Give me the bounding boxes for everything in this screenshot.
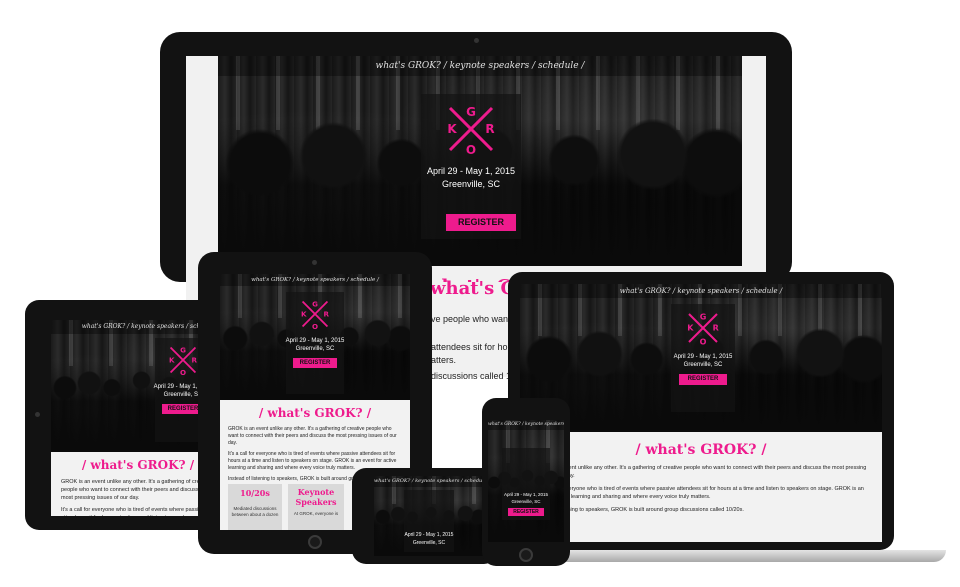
laptop-nav[interactable]: what's GROK? / keynote speakers / schedu…	[520, 284, 882, 298]
laptop-register-button[interactable]: REGISTER	[679, 374, 727, 385]
svg-text:G: G	[180, 345, 186, 354]
phone-portrait-nav[interactable]: what's GROK? / keynote speakers / schedu…	[488, 420, 564, 430]
laptop-hero-panel: G R O K April 29 - May 1, 2015 Greenvill…	[671, 304, 735, 412]
phone-home-button[interactable]	[519, 548, 533, 562]
desktop-screen: what's GROK? / keynote speakers / schedu…	[186, 56, 766, 282]
svg-text:K: K	[687, 324, 694, 333]
svg-text:K: K	[301, 309, 307, 318]
phone-landscape: what's GROK? / keynote speakers / schedu…	[352, 468, 498, 564]
camera-icon	[474, 38, 479, 43]
svg-text:R: R	[324, 309, 330, 318]
svg-text:G: G	[700, 312, 707, 321]
desktop-p2-fragment-b: atters.	[431, 355, 457, 365]
tablet-landscape-heading: / what's GROK? /	[81, 458, 195, 472]
svg-text:K: K	[169, 355, 175, 364]
tablet-portrait-camera-icon	[312, 260, 317, 265]
card-keynote-body: At GROK, everyone is	[293, 511, 339, 516]
phone-landscape-hero: what's GROK? / keynote speakers / schedu…	[374, 476, 484, 556]
laptop-p1: GROK is an event unlike any other. It's …	[532, 465, 867, 479]
desktop-monitor: what's GROK? / keynote speakers / schedu…	[160, 32, 792, 282]
phone-landscape-nav[interactable]: what's GROK? / keynote speakers / schedu…	[374, 476, 484, 487]
logo-letter-r: R	[485, 122, 494, 136]
tablet-portrait-nav[interactable]: what's GROK? / keynote speakers / schedu…	[220, 274, 410, 286]
phone-portrait-register[interactable]: REGISTER	[508, 508, 544, 516]
phone-portrait: what's GROK? / keynote speakers / schedu…	[482, 398, 570, 566]
logo-letter-g: G	[466, 105, 476, 119]
laptop-date: April 29 - May 1, 2015	[673, 354, 733, 360]
phone-landscape-city: Greenville, SC	[412, 540, 446, 546]
phone-landscape-date: April 29 - May 1, 2015	[404, 532, 454, 538]
card-keynote-title: Keynote Speakers	[295, 487, 337, 507]
svg-text:O: O	[700, 338, 707, 346]
tablet-portrait-hero: what's GROK? / keynote speakers / schedu…	[220, 274, 410, 400]
grok-logo-icon: G R O K	[447, 105, 494, 156]
laptop-hero: what's GROK? / keynote speakers / schedu…	[520, 284, 882, 432]
tablet-portrait-date: April 29 - May 1, 2015	[285, 338, 345, 344]
phone-landscape-screen: what's GROK? / keynote speakers / schedu…	[374, 476, 484, 556]
card-10-20s-title: 10/20s	[240, 488, 270, 498]
home-button[interactable]	[308, 535, 322, 549]
grok-logo: G R O K	[444, 102, 498, 156]
grok-logo-icon: G R O K	[169, 345, 198, 376]
svg-text:R: R	[192, 355, 198, 364]
event-date: April 29 - May 1, 2015	[426, 166, 516, 176]
laptop-screen: what's GROK? / keynote speakers / schedu…	[520, 284, 882, 542]
laptop-heading: / what's GROK? /	[635, 442, 767, 458]
event-city: Greenville, SC	[441, 179, 501, 189]
svg-text:O: O	[180, 368, 186, 376]
tablet-portrait-heading: / what's GROK? /	[258, 406, 372, 420]
phone-portrait-date: April 29 - May 1, 2015	[503, 492, 549, 497]
logo-letter-o: O	[466, 143, 476, 156]
tablet-landscape-city: Greenville, SC	[163, 392, 203, 398]
svg-text:O: O	[312, 322, 318, 330]
tablet-landscape: what's GROK? / keynote speakers / schedu…	[25, 300, 225, 530]
phone-landscape-panel: April 29 - May 1, 2015 Greenville, SC	[404, 490, 454, 552]
laptop-content: / what's GROK? / GROK is an event unlike…	[520, 432, 882, 542]
tablet-portrait-panel: G R O K April 29 - May 1, 2015 Greenvill…	[286, 292, 344, 394]
laptop-p2: It's a call for everyone who is tired of…	[532, 486, 864, 500]
card-10-20s-body: Mediated discussions between about a doz…	[231, 506, 279, 517]
laptop: what's GROK? / keynote speakers / schedu…	[500, 272, 946, 564]
register-button[interactable]: REGISTER	[446, 214, 516, 231]
grok-logo-icon: G R O K	[301, 299, 330, 330]
card-10-20s[interactable]: 10/20s Mediated discussions between abou…	[228, 484, 282, 530]
nav-bar[interactable]: what's GROK? / keynote speakers / schedu…	[218, 56, 742, 76]
tablet-portrait-register[interactable]: REGISTER	[293, 358, 337, 368]
tablet-landscape-p2: It's a call for everyone who is tired of…	[61, 507, 205, 516]
tablet-portrait-p1: GROK is an event unlike any other. It's …	[228, 426, 397, 446]
laptop-city: Greenville, SC	[683, 362, 723, 368]
laptop-p3: Instead of listening to speakers, GROK i…	[532, 507, 744, 513]
grok-logo-icon: G R O K	[687, 312, 719, 346]
phone-portrait-panel: April 29 - May 1, 2015 Greenville, SC RE…	[502, 448, 550, 520]
card-keynote-speakers[interactable]: Keynote Speakers At GROK, everyone is	[288, 484, 344, 530]
svg-text:G: G	[312, 299, 318, 308]
tablet-landscape-camera-icon	[35, 412, 40, 417]
tablet-landscape-p1: GROK is an event unlike any other. It's …	[61, 479, 212, 501]
logo-letter-k: K	[447, 122, 457, 136]
phone-portrait-city: Greenville, SC	[511, 499, 541, 504]
phone-portrait-hero: what's GROK? / keynote speakers / schedu…	[488, 420, 564, 542]
svg-text:R: R	[713, 324, 719, 333]
tablet-portrait-city: Greenville, SC	[295, 346, 335, 352]
phone-portrait-screen: what's GROK? / keynote speakers / schedu…	[488, 420, 564, 542]
hero-photo: what's GROK? / keynote speakers / schedu…	[218, 56, 742, 266]
